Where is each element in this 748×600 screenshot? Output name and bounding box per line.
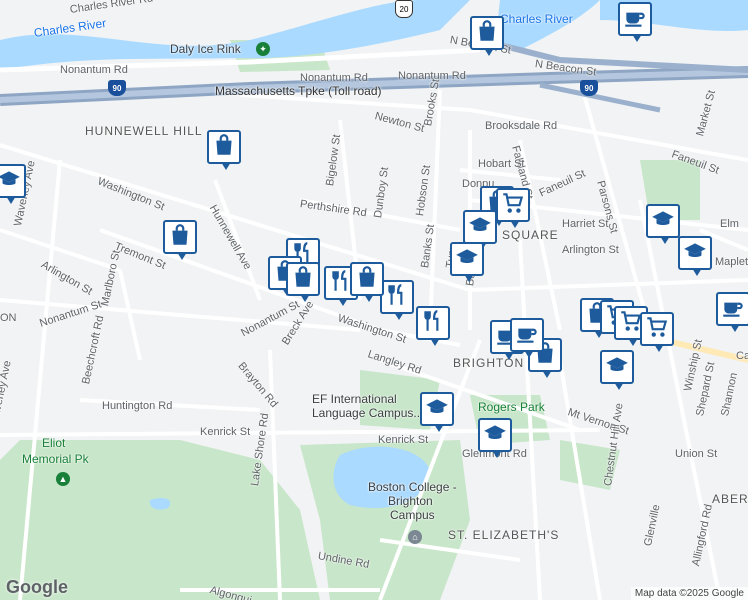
- map-pin-shopping-bag[interactable]: [207, 130, 241, 170]
- shopping-bag-icon: [354, 264, 380, 295]
- shopping-cart-icon: [500, 190, 526, 221]
- map-pin-coffee[interactable]: [618, 2, 652, 42]
- shopping-bag-icon: [167, 222, 193, 253]
- coffee-icon: [720, 294, 746, 325]
- map-pin-shopping-bag[interactable]: [350, 262, 384, 302]
- coffee-icon: [622, 4, 648, 35]
- i90-shield-icon-east: 90: [580, 80, 598, 96]
- restaurant-icon: [384, 282, 410, 313]
- shopping-bag-icon: [474, 18, 500, 49]
- restaurant-icon: [420, 308, 446, 339]
- map-pin-restaurant[interactable]: [416, 306, 450, 346]
- map-pin-coffee[interactable]: [510, 318, 544, 358]
- campus-poi-icon: ⌂: [408, 530, 422, 544]
- graduation-cap-icon: [682, 238, 708, 269]
- shopping-bag-icon: [211, 132, 237, 163]
- coffee-icon: [514, 320, 540, 351]
- map-pin-graduation-cap[interactable]: [420, 392, 454, 432]
- map-pin-graduation-cap[interactable]: [450, 242, 484, 282]
- map-pin-graduation-cap[interactable]: [478, 418, 512, 458]
- map-pin-graduation-cap[interactable]: [463, 210, 497, 250]
- graduation-cap-icon: [424, 394, 450, 425]
- map-copyright: Map data ©2025 Google: [630, 587, 748, 600]
- graduation-cap-icon: [467, 212, 493, 243]
- graduation-cap-icon: [454, 244, 480, 275]
- shopping-cart-icon: [644, 314, 670, 345]
- map-pin-shopping-bag[interactable]: [470, 16, 504, 56]
- graduation-cap-icon: [650, 206, 676, 237]
- graduation-cap-icon: [482, 420, 508, 451]
- map-pin-shopping-cart[interactable]: [640, 312, 674, 352]
- graduation-cap-icon: [604, 352, 630, 383]
- shopping-bag-icon: [290, 264, 316, 295]
- us20-shield-icon: 20: [395, 0, 413, 18]
- graduation-cap-icon: [0, 166, 22, 197]
- google-logo[interactable]: Google: [6, 577, 68, 598]
- map-pin-graduation-cap[interactable]: [600, 350, 634, 390]
- park-poi-icon: ✦: [256, 42, 270, 56]
- map-pin-restaurant[interactable]: [380, 280, 414, 320]
- park-tree-icon: ▲: [56, 472, 70, 486]
- i90-shield-icon: 90: [108, 80, 126, 96]
- map-pin-coffee[interactable]: [716, 292, 748, 332]
- map-pin-graduation-cap[interactable]: [678, 236, 712, 276]
- map-pin-shopping-cart[interactable]: [496, 188, 530, 228]
- map-pin-shopping-bag[interactable]: [163, 220, 197, 260]
- map-pin-graduation-cap[interactable]: [646, 204, 680, 244]
- map-canvas[interactable]: Charles River Rd Charles River Charles R…: [0, 0, 748, 600]
- map-pin-shopping-bag[interactable]: [286, 262, 320, 302]
- map-pin-graduation-cap[interactable]: [0, 164, 26, 204]
